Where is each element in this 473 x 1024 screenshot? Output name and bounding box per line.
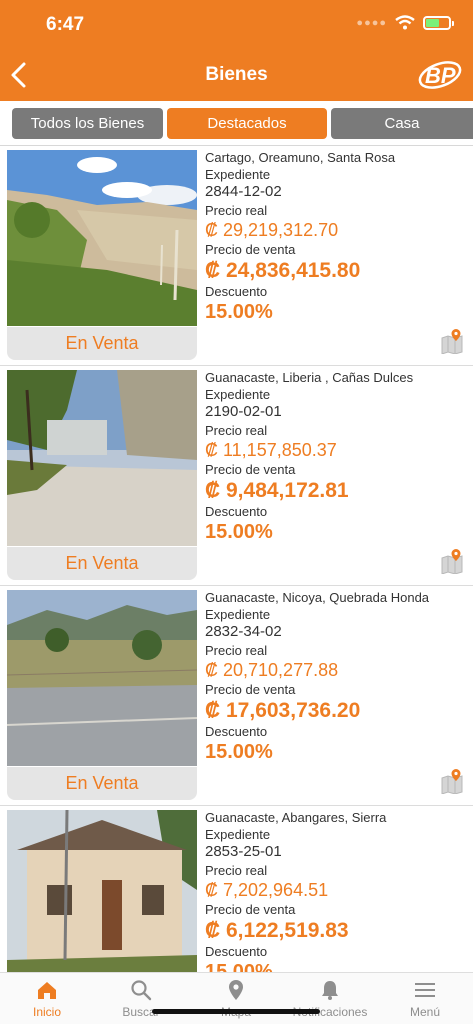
descuento-value: 15.00% (205, 961, 273, 972)
tabbar-label: Inicio (32, 1005, 61, 1019)
descuento-label: Descuento (205, 944, 268, 959)
descuento-label: Descuento (205, 284, 268, 299)
precio-real-label: Precio real (205, 423, 268, 438)
property-info: Guanacaste, Nicoya, Quebrada Honda Exped… (205, 590, 465, 764)
property-info: Cartago, Oreamuno, Santa Rosa Expediente… (205, 150, 465, 324)
precio-venta-label: Precio de venta (205, 682, 296, 697)
tabbar-item-menu[interactable]: Menú (378, 979, 472, 1019)
expediente-label: Expediente (205, 387, 271, 402)
home-indicator[interactable] (152, 1009, 320, 1014)
descuento-value: 15.00% (205, 521, 273, 543)
filter-tabs: Todos los Bienes Destacados Casa (0, 108, 473, 140)
expediente-label: Expediente (205, 827, 271, 842)
precio-venta-value: ₡ 17,603,736.20 (205, 699, 361, 722)
status-icons: ●●●● (356, 15, 454, 30)
expediente-value: 2853-25-01 (205, 843, 282, 860)
page-title: Bienes (205, 64, 268, 85)
property-location: Guanacaste, Nicoya, Quebrada Honda (205, 590, 430, 605)
tab-todos-los-bienes[interactable]: Todos los Bienes (12, 108, 163, 139)
map-pin-icon (229, 980, 243, 1000)
property-list[interactable]: En Venta Cartago, Oreamuno, Santa Rosa E… (0, 146, 473, 972)
map-icon[interactable] (441, 548, 463, 574)
precio-real-label: Precio real (205, 643, 268, 658)
top-bar: 6:47 ●●●● Bienes BP (0, 0, 473, 101)
property-location: Guanacaste, Abangares, Sierra (205, 810, 387, 825)
property-photo (7, 590, 197, 766)
descuento-value: 15.00% (205, 301, 273, 323)
status-badge: En Venta (7, 327, 197, 360)
bell-icon (322, 981, 338, 1000)
property-location: Guanacaste, Liberia , Cañas Dulces (205, 370, 414, 385)
precio-real-value: ₡ 7,202,964.51 (205, 880, 329, 900)
precio-real-value: ₡ 20,710,277.88 (205, 660, 339, 680)
home-icon (38, 982, 56, 999)
expediente-value: 2832-34-02 (205, 623, 282, 640)
precio-venta-value: ₡ 9,484,172.81 (205, 479, 349, 502)
tab-casa[interactable]: Casa (331, 108, 473, 139)
search-icon (131, 980, 152, 1001)
map-icon[interactable] (441, 328, 463, 354)
property-info: Guanacaste, Liberia , Cañas Dulces Exped… (205, 370, 465, 544)
precio-real-value: ₡ 11,157,850.37 (205, 440, 337, 460)
expediente-value: 2844-12-02 (205, 183, 282, 200)
property-card[interactable]: En Venta Guanacaste, Liberia , Cañas Dul… (0, 366, 473, 586)
wifi-icon (395, 15, 415, 30)
property-photo (7, 150, 197, 326)
expediente-label: Expediente (205, 167, 271, 182)
precio-venta-value: ₡ 24,836,415.80 (205, 259, 361, 282)
precio-real-value: ₡ 29,219,312.70 (205, 220, 339, 240)
precio-venta-label: Precio de venta (205, 242, 296, 257)
signal-icon: ●●●● (356, 16, 387, 29)
precio-venta-value: ₡ 6,122,519.83 (205, 919, 349, 942)
property-location: Cartago, Oreamuno, Santa Rosa (205, 150, 396, 165)
tabbar-label: Menú (409, 1005, 441, 1019)
battery-icon (423, 15, 454, 30)
expediente-label: Expediente (205, 607, 271, 622)
property-card[interactable]: Guanacaste, Abangares, Sierra Expediente… (0, 806, 473, 972)
status-badge: En Venta (7, 547, 197, 580)
property-photo (7, 370, 197, 546)
bp-logo: BP (417, 56, 463, 94)
svg-text:BP: BP (425, 63, 456, 88)
bottom-tab-bar: Inicio Buscar Mapa Notificaciones Menú (0, 972, 473, 1024)
map-icon[interactable] (441, 768, 463, 794)
precio-real-label: Precio real (205, 863, 268, 878)
precio-venta-label: Precio de venta (205, 902, 296, 917)
descuento-label: Descuento (205, 504, 268, 519)
descuento-value: 15.00% (205, 741, 273, 763)
status-badge: En Venta (7, 767, 197, 800)
precio-venta-label: Precio de venta (205, 462, 296, 477)
property-photo (7, 810, 197, 972)
tab-destacados[interactable]: Destacados (167, 108, 327, 139)
property-card[interactable]: En Venta Guanacaste, Nicoya, Quebrada Ho… (0, 586, 473, 806)
property-card[interactable]: En Venta Cartago, Oreamuno, Santa Rosa E… (0, 146, 473, 366)
tabbar-item-inicio[interactable]: Inicio (0, 979, 94, 1019)
property-info: Guanacaste, Abangares, Sierra Expediente… (205, 810, 465, 972)
descuento-label: Descuento (205, 724, 268, 739)
status-time: 6:47 (46, 14, 85, 35)
precio-real-label: Precio real (205, 203, 268, 218)
expediente-value: 2190-02-01 (205, 403, 282, 420)
menu-icon (415, 983, 435, 997)
